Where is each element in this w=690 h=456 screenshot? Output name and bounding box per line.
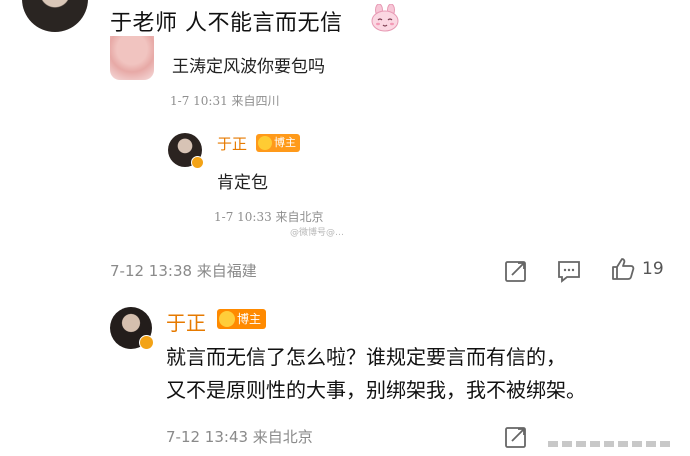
commenter-name[interactable]: 于正 [166,307,206,336]
share-icon[interactable] [503,258,529,284]
embedded-blogger-badge: 博主 [256,134,300,152]
verified-badge-icon [191,156,204,169]
badge-label: 博主 [274,136,296,149]
verified-badge-icon [139,335,154,350]
comment-icon[interactable] [556,258,582,284]
comment-meta: 7-12 13:38 来自福建 [110,262,257,280]
share-icon[interactable] [503,424,529,450]
action-placeholder [548,432,678,447]
comment-text: 于老师 人不能言而无信 [110,11,343,36]
crown-icon [258,136,272,150]
embedded-reply-text: 肯定包 [217,173,268,193]
comment-body: 就言而无信了怎么啦？谁规定要言而有信的， 又不是原则性的大事，别绑架我，我不被绑… [166,341,676,407]
watermark: @微博号@… [290,228,345,238]
like-icon[interactable] [610,256,636,282]
comment-line: 就言而无信了怎么啦？谁规定要言而有信的， [166,345,566,369]
blogger-badge: 博主 [217,309,267,329]
embedded-question: 王涛定风波你要包吗 [172,57,325,77]
embedded-reply-name: 于正 [217,135,248,153]
embedded-avatar-thumb [110,36,154,80]
comment-meta: 7-12 13:43 来自北京 [166,428,313,446]
comment-line: 又不是原则性的大事，别绑架我，我不被绑架。 [166,378,586,402]
crown-icon [219,311,235,327]
like-count: 19 [642,259,664,279]
avatar[interactable] [22,0,88,32]
embedded-question-meta: 1-7 10:31 来自四川 [170,94,280,108]
bunny-emoji-icon [370,3,400,32]
badge-label: 博主 [237,312,262,326]
embedded-reply-meta: 1-7 10:33 来自北京 [214,210,324,224]
